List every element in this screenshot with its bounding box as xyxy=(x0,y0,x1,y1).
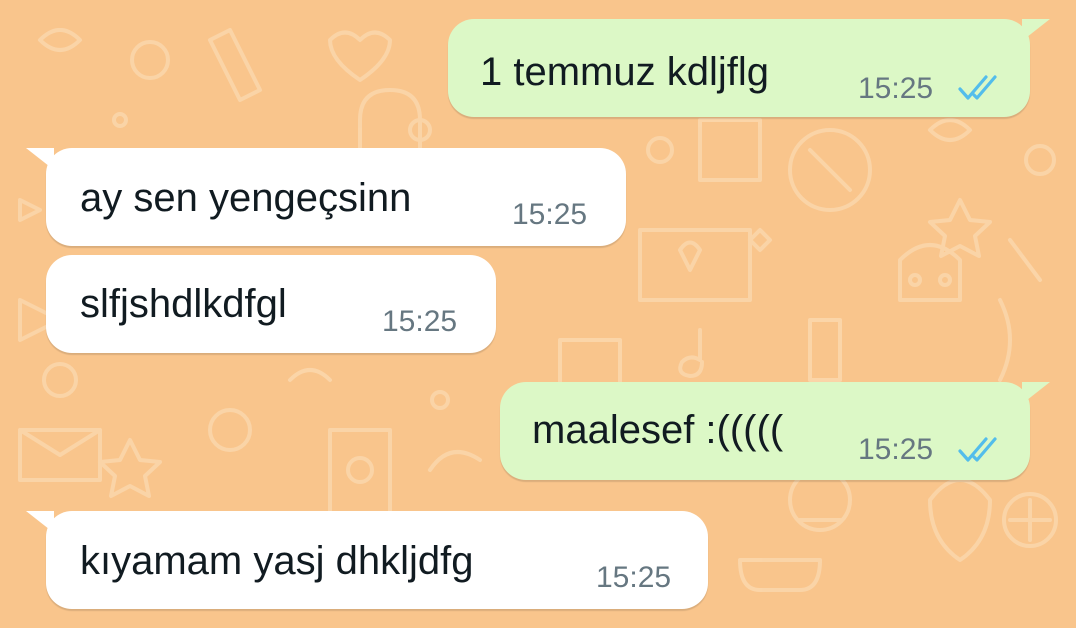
incoming-message-bubble[interactable]: kıyamam yasj dhkljdfg 15:25 xyxy=(26,511,708,609)
incoming-message-bubble[interactable]: slfjshdlkdfgl 15:25 xyxy=(46,255,496,353)
message-text: 1 temmuz kdljflg xyxy=(480,50,769,94)
message-text: kıyamam yasj dhkljdfg xyxy=(80,539,474,583)
bubble-tail xyxy=(1022,19,1050,41)
outgoing-message-bubble[interactable]: 1 temmuz kdljflg 15:25 xyxy=(448,19,1050,117)
message-timestamp: 15:25 xyxy=(382,305,458,338)
message-timestamp: 15:25 xyxy=(512,198,588,231)
chat-conversation: 1 temmuz kdljflg 15:25 ay sen yengeçsinn… xyxy=(0,0,1076,628)
outgoing-message-bubble[interactable]: maalesef :((((( 15:25 xyxy=(500,382,1050,480)
bubble-tail xyxy=(26,148,54,170)
double-check-icon xyxy=(958,437,997,462)
message-text: ay sen yengeçsinn xyxy=(80,176,412,220)
message-timestamp: 15:25 xyxy=(858,72,934,105)
message-text: maalesef :((((( xyxy=(532,408,784,452)
message-text: slfjshdlkdfgl xyxy=(80,282,287,326)
message-timestamp: 15:25 xyxy=(858,433,934,466)
message-timestamp: 15:25 xyxy=(596,561,672,594)
bubble-tail xyxy=(26,511,54,533)
bubble-tail xyxy=(1022,382,1050,404)
double-check-icon xyxy=(958,75,997,100)
incoming-message-bubble[interactable]: ay sen yengeçsinn 15:25 xyxy=(26,148,626,246)
